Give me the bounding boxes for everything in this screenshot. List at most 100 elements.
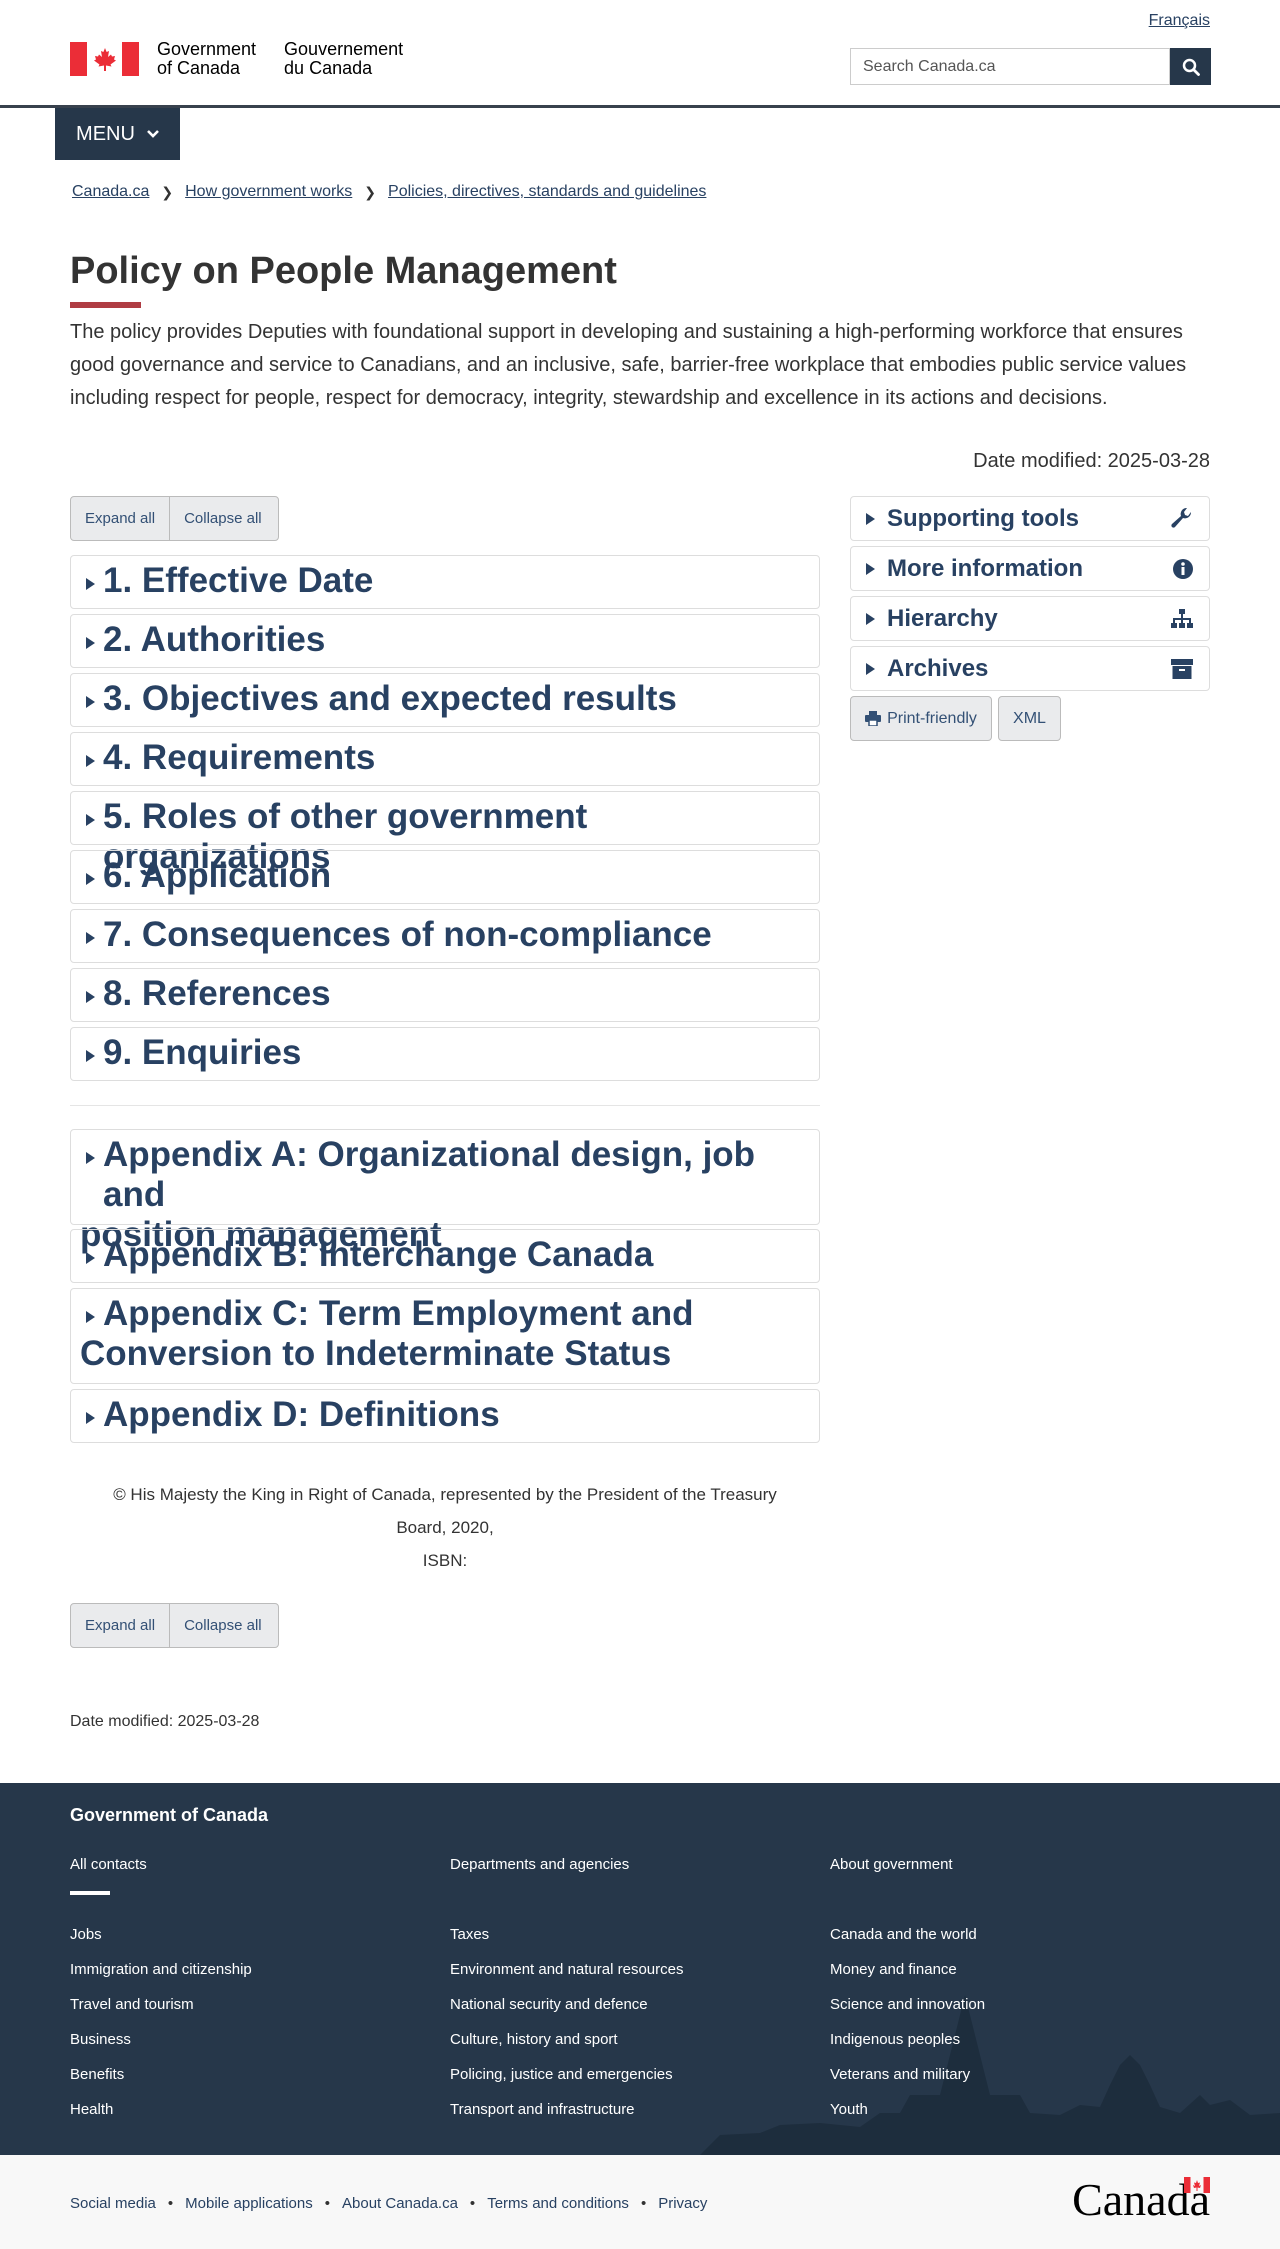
footer-link-about-government[interactable]: About government (830, 1856, 953, 1873)
footer-link[interactable]: Jobs (70, 1926, 102, 1943)
footer-link[interactable]: Benefits (70, 2066, 124, 2083)
footer-link[interactable]: Environment and natural resources (450, 1961, 683, 1978)
main-footer: Government of Canada All contacts Depart… (0, 1783, 1280, 2155)
caret-right-icon (86, 1252, 95, 1264)
breadcrumb: Canada.ca ❯ How government works ❯ Polic… (72, 183, 706, 201)
footer-link[interactable]: Youth (830, 2101, 868, 2118)
header-divider (0, 105, 1280, 108)
appendix-a[interactable]: Appendix A: Organizational design, job a… (70, 1129, 820, 1254)
sitemap-icon (1170, 608, 1194, 630)
footer-link[interactable]: Taxes (450, 1926, 489, 1943)
footer-link[interactable]: Transport and infrastructure (450, 2101, 635, 2118)
expand-all-button[interactable]: Expand all (71, 1604, 169, 1647)
section-application[interactable]: 6. Application (70, 850, 820, 904)
canada-wordmark-logo: Canada (1072, 2174, 1210, 2225)
footer-accent-bar (70, 1891, 110, 1895)
caret-right-icon (86, 991, 95, 1003)
section-roles[interactable]: 5. Roles of other government organizatio… (70, 791, 820, 876)
appendix-d[interactable]: Appendix D: Definitions (70, 1389, 820, 1443)
caret-right-icon (866, 562, 875, 575)
government-signature[interactable]: Government of Canada Gouvernement du Can… (70, 40, 403, 78)
date-modified-bottom: Date modified: 2025-03-28 (70, 1713, 260, 1730)
menu-button[interactable]: MENU (55, 108, 180, 160)
footer-title: Government of Canada (70, 1805, 269, 1825)
caret-right-icon (86, 637, 95, 649)
footer-link[interactable]: Health (70, 2101, 113, 2118)
expand-collapse-group-bottom: Expand all Collapse all (70, 1603, 279, 1648)
appendix-b[interactable]: Appendix B: Interchange Canada (70, 1229, 820, 1283)
info-icon (1172, 558, 1194, 580)
site-search (850, 48, 1211, 85)
footer-link[interactable]: Culture, history and sport (450, 2031, 618, 2048)
xml-button[interactable]: XML (998, 696, 1061, 741)
section-enquiries[interactable]: 9. Enquiries (70, 1027, 820, 1081)
sub-footer-link-privacy[interactable]: Privacy (658, 2195, 707, 2212)
wrench-icon (1170, 507, 1194, 531)
sidebar-archives[interactable]: Archives (850, 646, 1210, 691)
caret-right-icon (86, 1050, 95, 1062)
search-icon (1182, 58, 1200, 76)
caret-right-icon (86, 755, 95, 767)
footer-link[interactable]: Money and finance (830, 1961, 957, 1978)
breadcrumb-link-policies[interactable]: Policies, directives, standards and guid… (388, 183, 706, 201)
sidebar-hierarchy[interactable]: Hierarchy (850, 596, 1210, 641)
footer-link[interactable]: Veterans and military (830, 2066, 970, 2083)
footer-link-departments[interactable]: Departments and agencies (450, 1856, 629, 1873)
section-references[interactable]: 8. References (70, 968, 820, 1022)
search-button[interactable] (1170, 48, 1211, 85)
sidebar-supporting-tools[interactable]: Supporting tools (850, 496, 1210, 541)
breadcrumb-link-how-government-works[interactable]: How government works (185, 183, 352, 201)
archive-icon (1170, 658, 1194, 680)
copyright-notice: © His Majesty the King in Right of Canad… (113, 1485, 777, 1570)
sidebar-more-information[interactable]: More information (850, 546, 1210, 591)
expand-collapse-group: Expand all Collapse all (70, 496, 279, 541)
page-title: Policy on People Management (70, 250, 617, 292)
footer-link[interactable]: Indigenous peoples (830, 2031, 960, 2048)
caret-right-icon (86, 578, 95, 590)
sub-footer: Social media • Mobile applications • Abo… (0, 2155, 1280, 2249)
sub-footer-link-social-media[interactable]: Social media (70, 2195, 156, 2212)
footer-link[interactable]: Immigration and citizenship (70, 1961, 252, 1978)
footer-link-all-contacts[interactable]: All contacts (70, 1856, 147, 1873)
section-authorities[interactable]: 2. Authorities (70, 614, 820, 668)
caret-right-icon (86, 814, 95, 826)
footer-link[interactable]: Policing, justice and emergencies (450, 2066, 673, 2083)
caret-right-icon (866, 662, 875, 675)
appendix-c[interactable]: Appendix C: Term Employment and Conversio… (70, 1288, 820, 1384)
footer-link[interactable]: Science and innovation (830, 1996, 985, 2013)
date-modified: Date modified: 2025-03-28 (973, 450, 1210, 472)
sub-footer-link-terms[interactable]: Terms and conditions (487, 2195, 629, 2212)
section-consequences[interactable]: 7. Consequences of non-compliance (70, 909, 820, 963)
collapse-all-button[interactable]: Collapse all (169, 497, 276, 540)
search-input[interactable] (850, 48, 1170, 85)
caret-right-icon (86, 696, 95, 708)
footer-link[interactable]: Travel and tourism (70, 1996, 194, 2013)
chevron-right-icon: ❯ (364, 183, 377, 200)
section-requirements[interactable]: 4. Requirements (70, 732, 820, 786)
footer-link[interactable]: Canada and the world (830, 1926, 977, 1943)
printer-icon (865, 711, 882, 726)
language-toggle-link[interactable]: Français (1149, 12, 1210, 30)
canada-flag-icon (70, 42, 139, 76)
title-underline (70, 302, 141, 308)
sub-footer-link-about[interactable]: About Canada.ca (342, 2195, 458, 2212)
breadcrumb-link-canada[interactable]: Canada.ca (72, 183, 149, 201)
caret-right-icon (86, 1412, 95, 1424)
page-lead: The policy provides Deputies with founda… (70, 321, 1187, 409)
collapse-all-button[interactable]: Collapse all (169, 1604, 276, 1647)
sub-footer-links: Social media • Mobile applications • Abo… (70, 2195, 708, 2212)
section-objectives[interactable]: 3. Objectives and expected results (70, 673, 820, 727)
caret-right-icon (866, 512, 875, 525)
section-effective-date[interactable]: 1. Effective Date (70, 555, 820, 609)
sub-footer-link-mobile-applications[interactable]: Mobile applications (185, 2195, 313, 2212)
expand-all-button[interactable]: Expand all (71, 497, 169, 540)
chevron-right-icon: ❯ (161, 183, 174, 200)
print-friendly-button[interactable]: Print-friendly (850, 696, 992, 741)
caret-right-icon (86, 932, 95, 944)
signature-english: Government of Canada (157, 39, 257, 78)
section-divider (70, 1105, 820, 1106)
footer-link[interactable]: National security and defence (450, 1996, 648, 2013)
canada-flag-icon (1184, 2177, 1210, 2193)
footer-link[interactable]: Business (70, 2031, 131, 2048)
caret-right-icon (86, 1152, 95, 1164)
